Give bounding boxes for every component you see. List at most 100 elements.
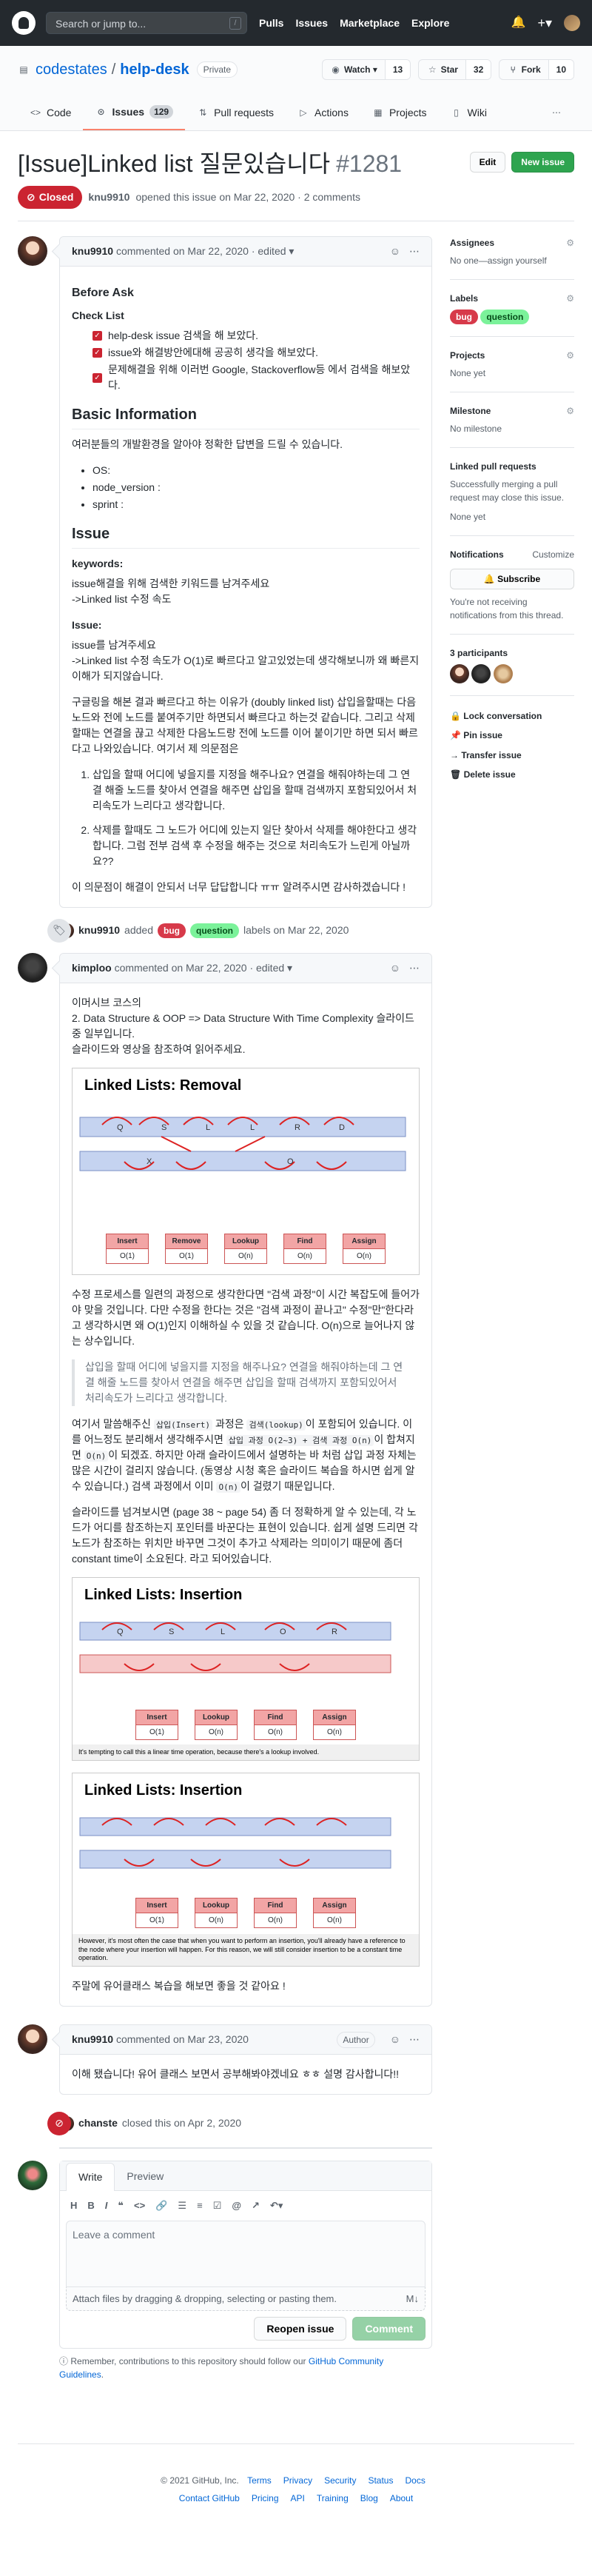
- bell-icon[interactable]: 🔔: [511, 14, 526, 32]
- comment-meta[interactable]: commented on Mar 22, 2020 · edited: [116, 244, 286, 259]
- customize-link[interactable]: Customize: [532, 548, 574, 561]
- info-icon: ⓘ: [59, 2356, 69, 2366]
- tab-actions[interactable]: ▷ Actions: [286, 95, 360, 130]
- footer-link-training[interactable]: Training: [317, 2493, 349, 2503]
- actor-link[interactable]: knu9910: [78, 923, 120, 938]
- tab-code[interactable]: <> Code: [18, 95, 83, 130]
- actor-link[interactable]: chanste: [78, 2115, 118, 2131]
- transfer-issue[interactable]: → Transfer issue: [450, 746, 574, 765]
- comment-meta[interactable]: commented on Mar 23, 2020: [116, 2032, 249, 2047]
- label-bug[interactable]: bug: [450, 310, 478, 324]
- sidebar-heading[interactable]: Projects ⚙: [450, 349, 574, 362]
- footer-link-contact[interactable]: Contact GitHub: [179, 2493, 240, 2503]
- github-logo-icon[interactable]: [12, 11, 36, 35]
- gear-icon[interactable]: ⚙: [566, 292, 574, 305]
- bullet-list-icon[interactable]: ☰: [178, 2198, 186, 2213]
- nav-explore[interactable]: Explore: [411, 16, 449, 31]
- label-question[interactable]: question: [480, 310, 530, 324]
- subscribe-button[interactable]: 🔔 Subscribe: [450, 569, 574, 589]
- footer-link-privacy[interactable]: Privacy: [283, 2475, 312, 2486]
- comment-author[interactable]: kimploo: [72, 960, 112, 976]
- repo-owner-link[interactable]: codestates: [36, 58, 107, 81]
- footer-link-blog[interactable]: Blog: [360, 2493, 378, 2503]
- gear-icon[interactable]: ⚙: [566, 349, 574, 362]
- sidebar-heading[interactable]: Milestone ⚙: [450, 404, 574, 418]
- comment-meta[interactable]: commented on Mar 22, 2020 · edited: [115, 960, 285, 976]
- watch-button[interactable]: ◉ Watch ▾ 13: [321, 59, 411, 80]
- nav-marketplace[interactable]: Marketplace: [340, 16, 400, 31]
- watch-count[interactable]: 13: [384, 60, 411, 79]
- tab-preview[interactable]: Preview: [115, 2163, 175, 2190]
- avatar[interactable]: [18, 236, 47, 266]
- footer-link-api[interactable]: API: [291, 2493, 305, 2503]
- kebab-icon[interactable]: ⋯: [409, 2032, 420, 2048]
- tab-projects[interactable]: ▦ Projects: [360, 95, 439, 130]
- footer-link-about[interactable]: About: [390, 2493, 413, 2503]
- footer-link-status[interactable]: Status: [368, 2475, 393, 2486]
- issue-author-link[interactable]: knu9910: [88, 190, 130, 205]
- new-issue-button[interactable]: New issue: [511, 152, 574, 173]
- pin-issue[interactable]: 📌 Pin issue: [450, 726, 574, 745]
- assignees-value[interactable]: No one—assign yourself: [450, 254, 574, 267]
- plus-icon[interactable]: +▾: [537, 13, 552, 33]
- gear-icon[interactable]: ⚙: [566, 236, 574, 250]
- kebab-icon[interactable]: ⋯: [409, 960, 420, 976]
- nav-issues[interactable]: Issues: [295, 16, 328, 31]
- heading-icon[interactable]: H: [70, 2198, 77, 2213]
- more-menu[interactable]: ⋯: [539, 95, 574, 130]
- emoji-icon[interactable]: ☺: [390, 2032, 400, 2048]
- link-icon[interactable]: 🔗: [155, 2198, 167, 2213]
- comment-button[interactable]: Comment: [352, 2317, 426, 2341]
- tab-pull-requests[interactable]: ⇅ Pull requests: [185, 95, 286, 130]
- footer-link-docs[interactable]: Docs: [405, 2475, 425, 2486]
- avatar[interactable]: [18, 2024, 47, 2054]
- tab-issues[interactable]: ⊙ Issues 129: [83, 95, 186, 130]
- nav-pulls[interactable]: Pulls: [259, 16, 283, 31]
- bold-icon[interactable]: B: [87, 2198, 94, 2213]
- sidebar-heading[interactable]: Assignees ⚙: [450, 236, 574, 250]
- gear-icon[interactable]: ⚙: [566, 404, 574, 418]
- numbered-list-icon[interactable]: ≡: [197, 2198, 203, 2213]
- code-icon[interactable]: <>: [134, 2198, 145, 2213]
- participant-avatar[interactable]: [450, 664, 469, 683]
- emoji-icon[interactable]: ☺: [390, 244, 400, 259]
- cross-reference-icon[interactable]: ↗: [252, 2198, 260, 2213]
- quote-icon[interactable]: ❝: [118, 2198, 124, 2213]
- label-question[interactable]: question: [189, 923, 239, 938]
- participant-avatar[interactable]: [471, 664, 491, 683]
- emoji-icon[interactable]: ☺: [390, 960, 400, 976]
- repo-name-link[interactable]: help-desk: [120, 58, 189, 81]
- tab-wiki[interactable]: ▯ Wiki: [439, 95, 499, 130]
- label-bug[interactable]: bug: [157, 923, 186, 938]
- attach-files[interactable]: Attach files by dragging & dropping, sel…: [66, 2286, 426, 2311]
- header-right: 🔔 +▾: [511, 13, 580, 33]
- task-list-icon[interactable]: ☑: [213, 2198, 222, 2213]
- footer-link-security[interactable]: Security: [324, 2475, 356, 2486]
- tab-write[interactable]: Write: [66, 2163, 115, 2191]
- star-button[interactable]: ☆ Star 32: [418, 59, 492, 80]
- sidebar-heading[interactable]: Labels ⚙: [450, 292, 574, 305]
- kebab-icon[interactable]: ⋯: [409, 244, 420, 259]
- fork-count[interactable]: 10: [548, 60, 574, 79]
- footer-link-pricing[interactable]: Pricing: [252, 2493, 279, 2503]
- user-avatar[interactable]: [564, 15, 580, 31]
- comment-author[interactable]: knu9910: [72, 244, 113, 259]
- footer-link-terms[interactable]: Terms: [247, 2475, 272, 2486]
- lock-conversation[interactable]: 🔒 Lock conversation: [450, 706, 574, 726]
- edit-title-button[interactable]: Edit: [469, 152, 506, 173]
- search-input[interactable]: Search or jump to... /: [46, 12, 247, 34]
- reopen-issue-button[interactable]: Reopen issue: [254, 2317, 347, 2341]
- sidebar-assignees: Assignees ⚙ No one—assign yourself: [450, 236, 574, 280]
- fork-button[interactable]: ⑂ Fork 10: [499, 59, 574, 80]
- op-lookup: Lookup O(n): [224, 1234, 267, 1264]
- avatar[interactable]: [18, 2161, 47, 2190]
- mention-icon[interactable]: @: [232, 2198, 241, 2213]
- star-count[interactable]: 32: [465, 60, 491, 79]
- participant-avatar[interactable]: [493, 664, 513, 683]
- comment-textarea[interactable]: Leave a comment: [66, 2220, 426, 2287]
- reply-icon[interactable]: ↶▾: [270, 2198, 283, 2213]
- delete-issue[interactable]: 🗑 Delete issue: [450, 765, 574, 784]
- avatar[interactable]: [18, 953, 47, 983]
- comment-author[interactable]: knu9910: [72, 2032, 113, 2047]
- italic-icon[interactable]: I: [105, 2198, 108, 2213]
